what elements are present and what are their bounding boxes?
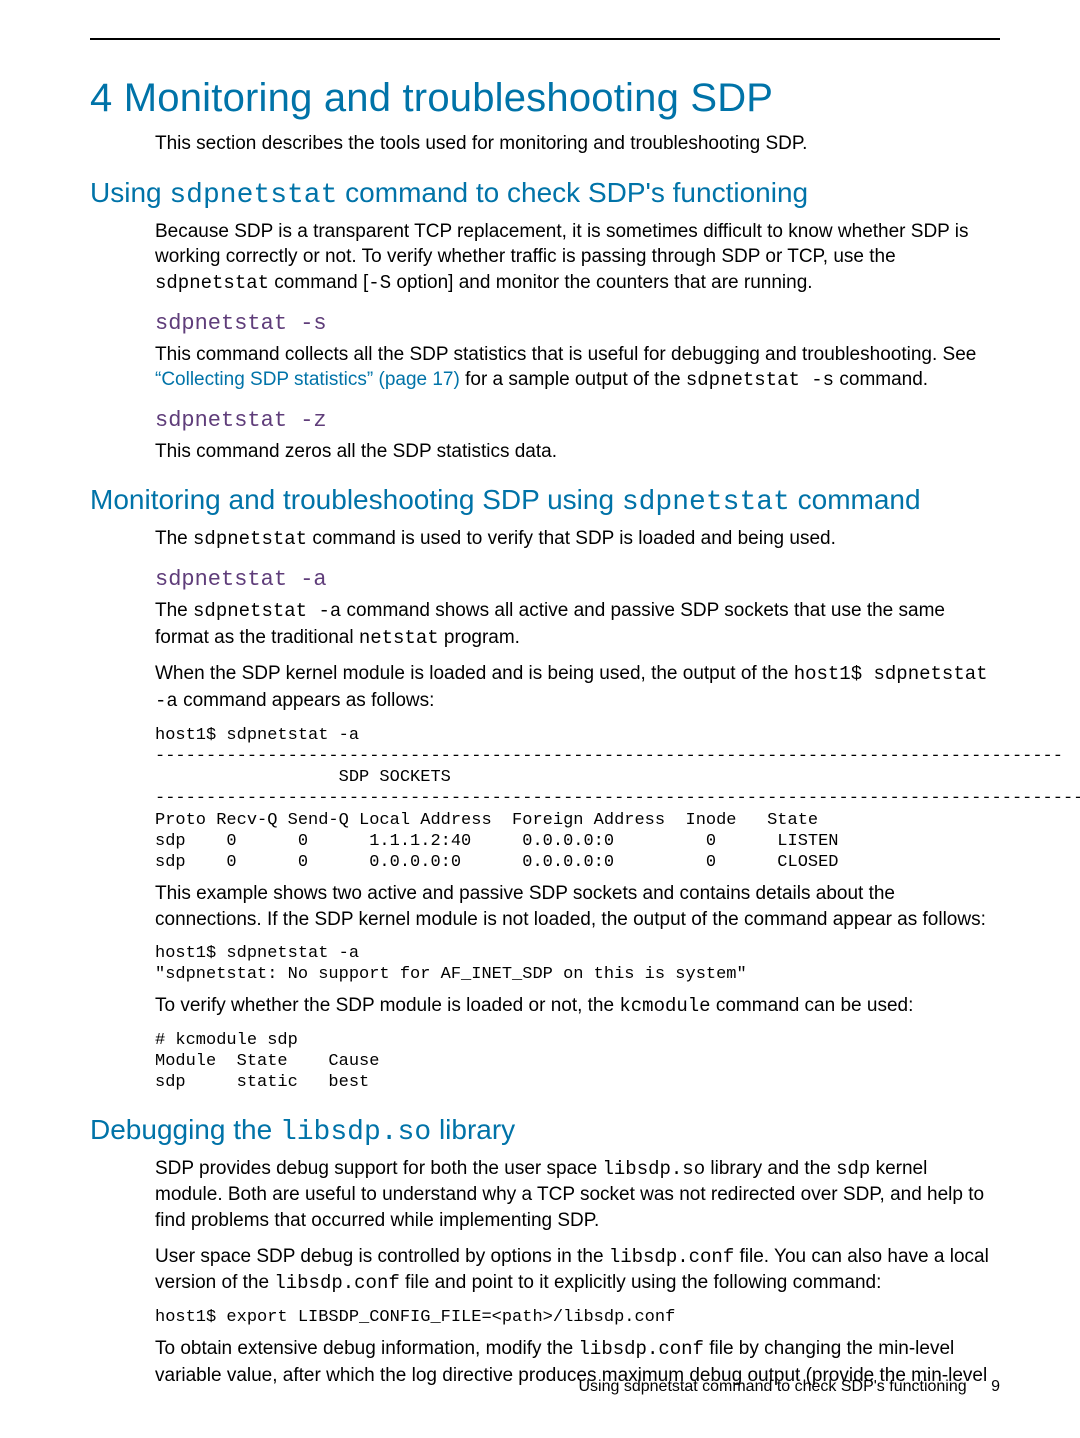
paragraph: SDP provides debug support for both the … — [155, 1156, 1000, 1234]
heading-text: Using — [90, 177, 169, 208]
subsection-s-body: This command collects all the SDP statis… — [155, 342, 1000, 394]
text: program. — [439, 627, 520, 648]
intro-text: This section describes the tools used fo… — [155, 131, 1000, 157]
text: The — [155, 600, 193, 621]
paragraph: The sdpnetstat command is used to verify… — [155, 526, 1000, 553]
text: library and the — [705, 1158, 836, 1179]
code-block: # kcmodule sdp Module State Cause sdp st… — [155, 1030, 1000, 1094]
inline-code: libsdp.conf — [274, 1272, 399, 1294]
page-footer: Using sdpnetstat command to check SDP's … — [579, 1378, 1001, 1396]
section-monitor-body: The sdpnetstat command is used to verify… — [155, 526, 1000, 553]
text: This command collects all the SDP statis… — [155, 344, 976, 365]
inline-code: sdp — [836, 1158, 870, 1180]
section-debug-heading: Debugging the libsdp.so library — [90, 1114, 1000, 1148]
paragraph: This example shows two active and passiv… — [155, 881, 1000, 932]
heading-cmd: sdpnetstat — [622, 487, 790, 518]
inline-code: sdpnetstat — [155, 272, 269, 294]
section-debug-body: SDP provides debug support for both the … — [155, 1156, 1000, 1389]
paragraph: Because SDP is a transparent TCP replace… — [155, 219, 1000, 297]
section-monitor-heading: Monitoring and troubleshooting SDP using… — [90, 484, 1000, 518]
text: file and point to it explicitly using th… — [400, 1272, 882, 1293]
inline-code: libsdp.conf — [579, 1338, 704, 1360]
text: option] and monitor the counters that ar… — [391, 272, 812, 293]
inline-code: sdpnetstat -s — [686, 369, 834, 391]
text: User space SDP debug is controlled by op… — [155, 1246, 609, 1267]
code-block: host1$ sdpnetstat -a "sdpnetstat: No sup… — [155, 943, 1000, 986]
text: To verify whether the SDP module is load… — [155, 995, 619, 1016]
subsection-s-heading: sdpnetstat -s — [155, 311, 1000, 336]
heading-text: Monitoring and troubleshooting SDP using — [90, 484, 622, 515]
heading-text: library — [431, 1114, 515, 1145]
text: command can be used: — [711, 995, 914, 1016]
paragraph: The sdpnetstat -a command shows all acti… — [155, 598, 1000, 651]
text: command is used to verify that SDP is lo… — [307, 528, 836, 549]
section-using-heading: Using sdpnetstat command to check SDP's … — [90, 177, 1000, 211]
heading-cmd: sdpnetstat — [169, 180, 337, 211]
text: When the SDP kernel module is loaded and… — [155, 663, 794, 684]
cross-reference-link[interactable]: “Collecting SDP statistics” (page 17) — [155, 369, 460, 390]
paragraph: This command zeros all the SDP statistic… — [155, 439, 1000, 465]
inline-code: netstat — [359, 627, 439, 649]
chapter-title: 4 Monitoring and troubleshooting SDP — [90, 76, 1000, 121]
paragraph: When the SDP kernel module is loaded and… — [155, 661, 1000, 714]
page: 4 Monitoring and troubleshooting SDP Thi… — [0, 0, 1080, 1438]
inline-code: sdpnetstat — [193, 528, 307, 550]
subsection-a-heading: sdpnetstat -a — [155, 567, 1000, 592]
inline-code: libsdp.so — [602, 1158, 705, 1180]
text: Because SDP is a transparent TCP replace… — [155, 221, 969, 268]
section-using-body: Because SDP is a transparent TCP replace… — [155, 219, 1000, 297]
code-block: host1$ sdpnetstat -a -------------------… — [155, 725, 1000, 874]
text: To obtain extensive debug information, m… — [155, 1338, 579, 1359]
text: command appears as follows: — [178, 690, 435, 711]
heading-text: command — [790, 484, 921, 515]
text: command [ — [269, 272, 368, 293]
paragraph: To verify whether the SDP module is load… — [155, 993, 1000, 1020]
heading-cmd: libsdp.so — [280, 1117, 431, 1148]
inline-code: -S — [368, 272, 391, 294]
inline-code: sdpnetstat -a — [193, 600, 341, 622]
text: for a sample output of the — [460, 369, 686, 390]
subsection-a-body: The sdpnetstat -a command shows all acti… — [155, 598, 1000, 1093]
subsection-z-heading: sdpnetstat -z — [155, 408, 1000, 433]
inline-code: libsdp.conf — [609, 1246, 734, 1268]
heading-text: Debugging the — [90, 1114, 280, 1145]
footer-text: Using sdpnetstat command to check SDP's … — [579, 1378, 967, 1395]
text: command. — [834, 369, 928, 390]
inline-code: kcmodule — [619, 995, 710, 1017]
subsection-z-body: This command zeros all the SDP statistic… — [155, 439, 1000, 465]
intro-block: This section describes the tools used fo… — [155, 131, 1000, 157]
paragraph: User space SDP debug is controlled by op… — [155, 1244, 1000, 1297]
page-number: 9 — [991, 1378, 1000, 1395]
text: SDP provides debug support for both the … — [155, 1158, 602, 1179]
top-rule — [90, 38, 1000, 40]
heading-text: command to check SDP's functioning — [337, 177, 808, 208]
text: The — [155, 528, 193, 549]
paragraph: This command collects all the SDP statis… — [155, 342, 1000, 394]
code-block: host1$ export LIBSDP_CONFIG_FILE=<path>/… — [155, 1307, 1000, 1328]
